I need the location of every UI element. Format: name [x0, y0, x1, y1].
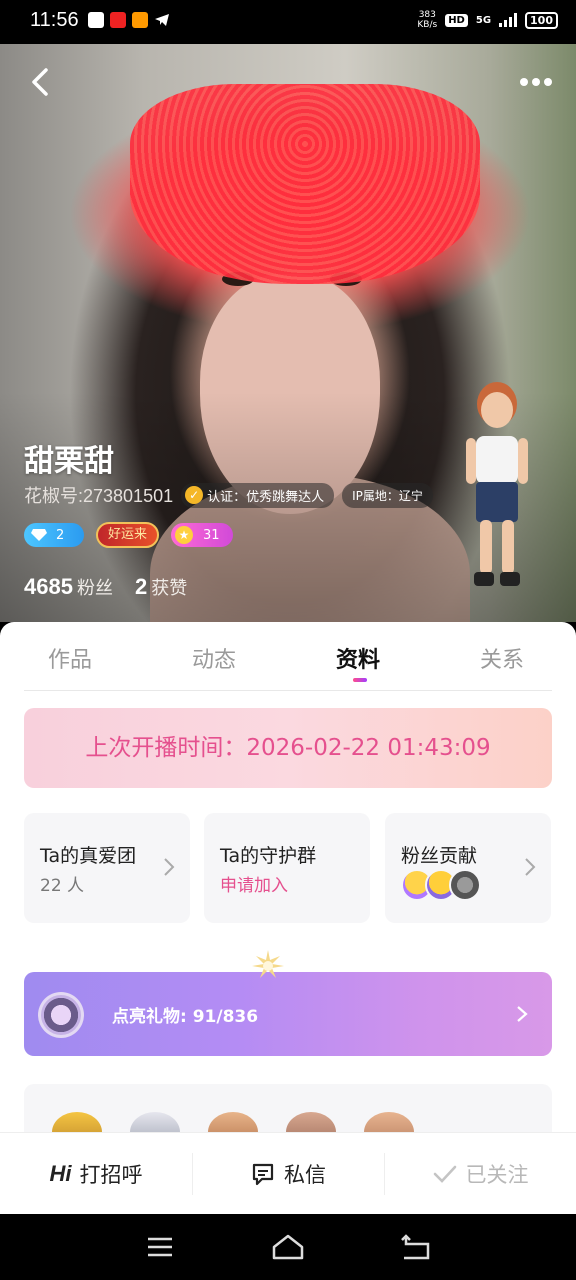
active-tab-indicator	[353, 678, 367, 682]
medal-icon	[286, 1112, 336, 1132]
star-level-badge[interactable]: ★ 31	[171, 523, 234, 547]
verified-badge-icon: ✓	[185, 486, 204, 504]
followed-button[interactable]: 已关注	[384, 1133, 576, 1215]
ip-location: IP属地：辽宁	[342, 482, 433, 508]
profile-name: 甜栗甜	[24, 444, 114, 479]
gift-avatar	[38, 992, 84, 1038]
menu-icon[interactable]	[140, 1232, 180, 1262]
certification-badge[interactable]: ✓ 认证：优秀跳舞达人	[181, 482, 335, 508]
star-level-value: 31	[203, 527, 220, 543]
followed-label: 已关注	[465, 1163, 529, 1187]
gold-medal-icon	[52, 1112, 102, 1132]
last-live-text: 上次开播时间：2026-02-22 01:43:09	[85, 735, 491, 761]
system-nav-bar	[0, 1214, 576, 1280]
back-nav-icon[interactable]	[396, 1232, 436, 1262]
net-speed-value: 383	[418, 10, 436, 20]
greet-button[interactable]: Hi 打招呼	[0, 1133, 192, 1215]
net-speed-unit: KB/s	[417, 20, 438, 30]
media-app-icon	[132, 12, 148, 28]
contributor-avatars	[401, 869, 481, 901]
net-speed: 383 KB/s	[417, 10, 437, 30]
chevron-right-icon	[517, 1006, 528, 1022]
hi-icon: Hi	[49, 1161, 72, 1186]
status-notification-icons	[88, 12, 170, 28]
chat-bubble-icon	[252, 1163, 274, 1186]
fans-stat[interactable]: 4685 粉丝	[24, 574, 113, 600]
fan-contribution-card[interactable]: 粉丝贡献	[385, 813, 551, 923]
fans-label: 粉丝	[76, 578, 113, 599]
more-dots-icon[interactable]	[516, 70, 556, 94]
certification-text: 认证：优秀跳舞达人	[207, 489, 325, 505]
fans-count: 4685	[24, 574, 73, 599]
lucky-badge[interactable]: 好运来	[96, 522, 160, 548]
tab-relations[interactable]: 关系	[480, 642, 524, 674]
silver-medal-icon	[130, 1112, 180, 1132]
last-live-banner: 上次开播时间：2026-02-22 01:43:09	[24, 708, 552, 788]
guard-group-join[interactable]: 申请加入	[220, 871, 288, 896]
telegram-icon	[155, 14, 169, 26]
avatar	[449, 869, 481, 901]
status-bar: 11:56 383 KB/s HD 5G 100	[0, 0, 576, 44]
medal-icon	[364, 1112, 414, 1132]
profile-stats: 4685 粉丝 2 获赞	[24, 574, 187, 600]
likes-stat[interactable]: 2 获赞	[135, 574, 187, 600]
signal-icon	[499, 13, 518, 27]
tab-profile-info[interactable]: 资料	[336, 642, 380, 674]
profile-tabs: 作品 动态 资料 关系	[0, 622, 576, 691]
tab-works[interactable]: 作品	[48, 642, 92, 674]
back-arrow-icon[interactable]	[26, 62, 56, 102]
battery-indicator: 100	[525, 11, 558, 29]
fan-club-count: 22 人	[40, 876, 85, 896]
star-icon: ★	[175, 526, 194, 544]
fan-club-card[interactable]: Ta的真爱团 22 人	[24, 813, 190, 923]
gift-progress-text: 点亮礼物: 91/836	[112, 1007, 259, 1027]
tab-divider	[24, 690, 552, 691]
check-icon	[433, 1165, 456, 1183]
diamond-level-value: 2	[56, 527, 65, 543]
profile-content: 作品 动态 资料 关系 上次开播时间：2026-02-22 01:43:09 T…	[0, 622, 576, 1132]
hd-badge: HD	[445, 13, 468, 27]
sun-emblem-icon	[252, 950, 284, 978]
status-right: 383 KB/s HD 5G 100	[417, 10, 558, 30]
gift-lighting-banner[interactable]: 点亮礼物: 91/836	[24, 972, 552, 1056]
home-icon[interactable]	[268, 1232, 308, 1262]
fan-club-title: Ta的真爱团	[40, 845, 137, 867]
check-notification-icon	[88, 12, 104, 28]
guard-group-title: Ta的守护群	[220, 845, 317, 867]
network-type: 5G	[475, 14, 492, 26]
chevron-right-icon	[164, 858, 175, 876]
bronze-medal-icon	[208, 1112, 258, 1132]
video-app-icon	[110, 12, 126, 28]
status-time: 11:56	[30, 9, 79, 31]
profile-action-bar: Hi 打招呼 私信 已关注	[0, 1132, 576, 1214]
message-button[interactable]: 私信	[192, 1133, 384, 1215]
fan-contribution-title: 粉丝贡献	[401, 845, 478, 867]
message-label: 私信	[284, 1163, 326, 1187]
diamond-level-badge[interactable]: 2	[24, 523, 84, 547]
profile-badges: 2 好运来 ★ 31	[24, 522, 234, 548]
greet-label: 打招呼	[79, 1163, 143, 1187]
likes-label: 获赞	[151, 578, 188, 599]
tab-moments[interactable]: 动态	[192, 642, 236, 674]
photo-lace-headpiece	[130, 84, 480, 284]
avatar-3d-figure[interactable]	[462, 374, 532, 594]
profile-id-line: 花椒号:273801501 ✓ 认证：优秀跳舞达人 IP属地：辽宁	[24, 482, 433, 508]
likes-count: 2	[134, 574, 148, 599]
honor-medals-section[interactable]	[24, 1084, 552, 1132]
profile-id[interactable]: 花椒号:273801501	[24, 482, 173, 508]
guard-group-card[interactable]: Ta的守护群 申请加入	[204, 813, 370, 923]
chevron-right-icon	[525, 858, 536, 876]
diamond-icon	[31, 529, 47, 541]
